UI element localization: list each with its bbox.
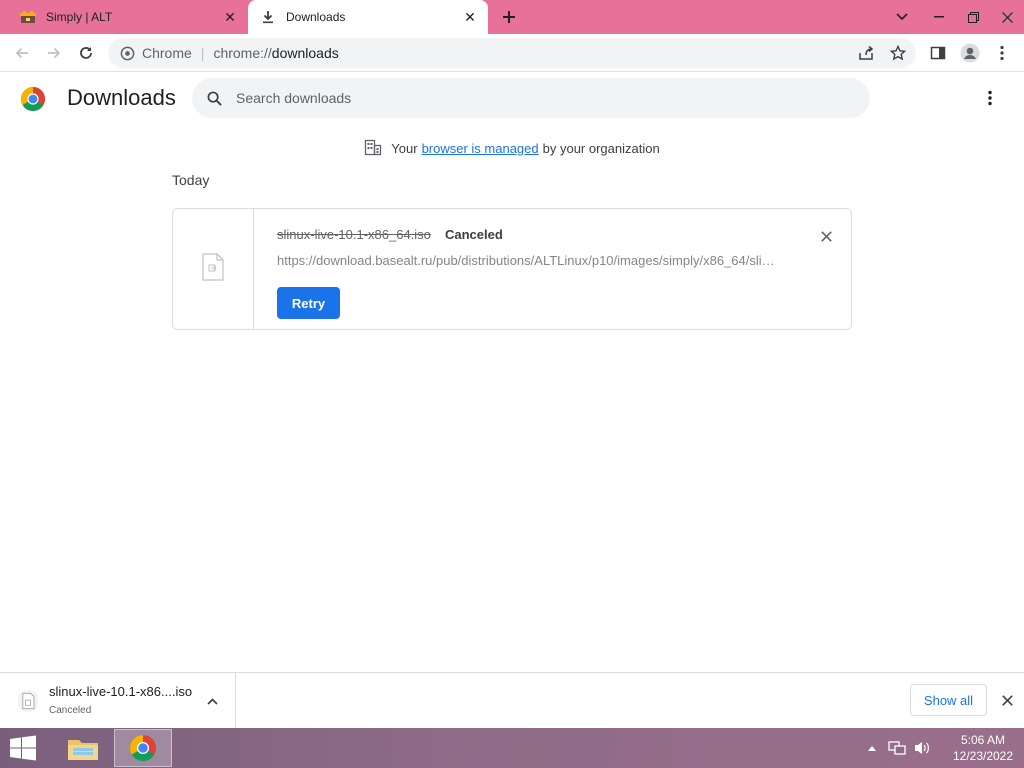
tab-simply-alt[interactable]: Simply | ALT ✕	[8, 0, 248, 34]
chrome-logo-icon	[20, 86, 46, 112]
search-icon	[204, 88, 224, 108]
file-explorer-icon[interactable]	[54, 729, 112, 767]
chrome-page-icon	[118, 44, 136, 62]
download-card: slinux-live-10.1-x86_64.iso Canceled htt…	[172, 208, 852, 330]
chip-separator: |	[200, 45, 205, 61]
clock-time: 5:06 AM	[960, 733, 1006, 747]
managed-prefix: Your	[391, 140, 418, 156]
tab-close-icon[interactable]: ✕	[220, 7, 240, 27]
more-actions-icon[interactable]	[978, 86, 1002, 110]
system-tray: 5:06 AM 12/23/2022	[861, 728, 1024, 768]
managed-suffix: by your organization	[542, 140, 660, 156]
tab-close-icon[interactable]: ✕	[460, 7, 480, 27]
download-source-url[interactable]: https://download.basealt.ru/pub/distribu…	[277, 253, 777, 268]
new-tab-icon[interactable]	[498, 6, 520, 28]
chevron-up-icon[interactable]	[202, 691, 222, 711]
chrome-menu-icon[interactable]	[988, 39, 1016, 67]
downloads-header: Downloads	[0, 72, 1024, 128]
side-panel-icon[interactable]	[924, 39, 952, 67]
file-icon	[16, 687, 40, 715]
tab-downloads[interactable]: Downloads ✕	[248, 0, 488, 34]
tab-strip: Simply | ALT ✕ Downloads ✕	[0, 0, 1024, 34]
shelf-download-item[interactable]: slinux-live-10.1-x86....iso Canceled	[0, 673, 236, 729]
window-controls	[882, 0, 1024, 34]
windows-start-icon[interactable]	[8, 735, 40, 763]
retry-button[interactable]: Retry	[277, 287, 340, 319]
show-all-button[interactable]: Show all	[910, 684, 987, 716]
chrome-taskbar-icon[interactable]	[114, 729, 172, 767]
download-shelf: slinux-live-10.1-x86....iso Canceled Sho…	[0, 672, 1024, 729]
restore-icon[interactable]	[956, 0, 990, 34]
network-icon[interactable]	[886, 737, 908, 759]
download-file-name: slinux-live-10.1-x86_64.iso	[277, 227, 431, 242]
page-title: Downloads	[67, 85, 176, 110]
bookmark-star-icon[interactable]	[886, 41, 910, 65]
download-icon	[260, 9, 276, 25]
download-status: Canceled	[445, 227, 503, 242]
url-host: downloads	[271, 45, 339, 61]
close-window-icon[interactable]	[990, 0, 1024, 34]
profile-avatar-icon[interactable]	[956, 39, 984, 67]
search-downloads-box[interactable]	[192, 78, 870, 118]
building-icon	[364, 138, 384, 158]
tab-title: Simply | ALT	[46, 10, 113, 24]
site-chip: Chrome	[142, 45, 192, 61]
minimize-icon[interactable]	[922, 0, 956, 34]
browser-toolbar: Chrome | chrome://downloads	[0, 34, 1024, 72]
tab-search-icon[interactable]	[882, 0, 922, 34]
forward-arrow-icon[interactable]	[42, 41, 66, 65]
share-icon[interactable]	[854, 41, 878, 65]
managed-notice: Your browser is managed by your organiza…	[0, 138, 1024, 158]
volume-icon[interactable]	[911, 737, 933, 759]
taskbar-clock[interactable]: 5:06 AM 12/23/2022	[946, 732, 1020, 764]
address-bar[interactable]: Chrome | chrome://downloads	[108, 38, 916, 68]
close-shelf-icon[interactable]	[996, 689, 1018, 711]
remove-from-list-icon[interactable]	[815, 225, 837, 247]
windows-taskbar: 5:06 AM 12/23/2022	[0, 728, 1024, 768]
shelf-file-name: slinux-live-10.1-x86....iso	[49, 684, 193, 699]
file-icon	[202, 252, 224, 286]
date-section-label: Today	[172, 172, 210, 188]
search-input[interactable]	[236, 90, 836, 106]
clock-date: 12/23/2022	[952, 749, 1014, 763]
tab-title: Downloads	[286, 10, 346, 24]
file-icon-column	[173, 209, 254, 329]
show-hidden-icons-icon[interactable]	[861, 737, 883, 759]
browser-managed-link[interactable]: browser is managed	[422, 141, 539, 156]
url-scheme: chrome://	[213, 45, 272, 61]
back-arrow-icon[interactable]	[10, 41, 34, 65]
shelf-status: Canceled	[49, 705, 92, 716]
reload-icon[interactable]	[74, 41, 98, 65]
alt-linux-icon	[20, 9, 36, 25]
